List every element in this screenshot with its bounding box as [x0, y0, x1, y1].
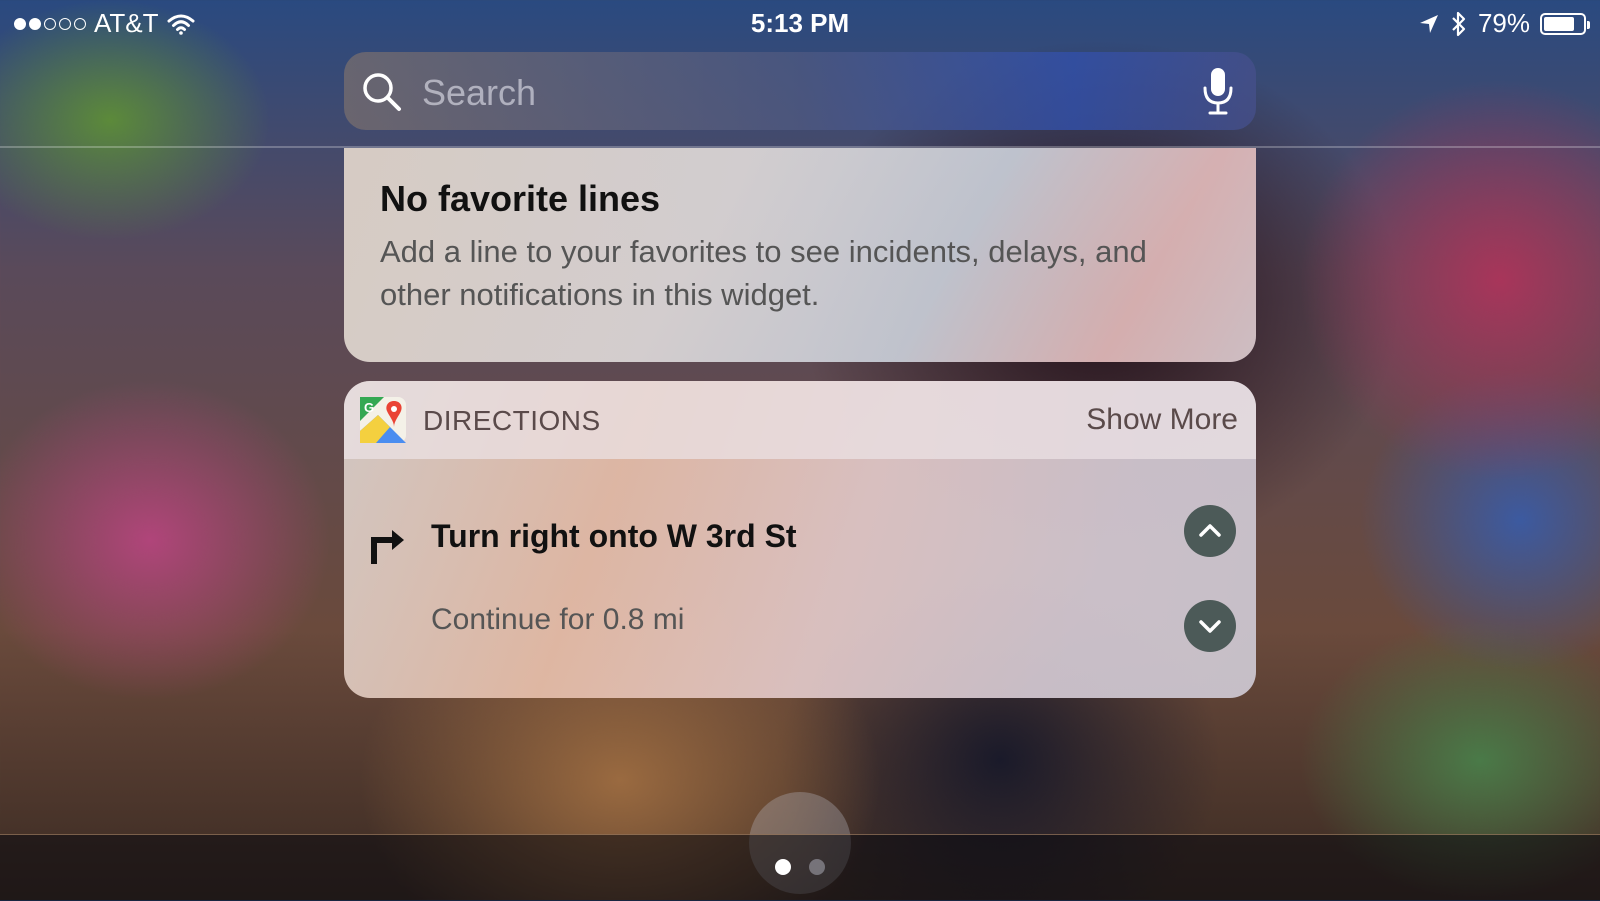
previous-step-button[interactable]	[1184, 505, 1236, 557]
battery-percent: 79%	[1477, 8, 1530, 38]
page-dot[interactable]	[775, 859, 791, 875]
search-field[interactable]: Search	[344, 52, 1256, 130]
chevron-down-icon	[1199, 620, 1221, 633]
widget-message: Add a line to your favorites to see inci…	[380, 234, 1147, 312]
battery-icon	[1540, 12, 1590, 35]
microphone-icon[interactable]	[1200, 66, 1236, 116]
search-icon	[363, 73, 401, 111]
status-right: 79%	[1418, 8, 1590, 39]
direction-step: Turn right onto W 3rd St	[431, 518, 797, 554]
directions-widget: G DIRECTIONS Show More Turn right onto W…	[344, 381, 1256, 698]
widget-header: G DIRECTIONS Show More	[344, 381, 1256, 459]
direction-detail: Continue for 0.8 mi	[431, 603, 685, 636]
bottom-bar	[0, 834, 1600, 901]
next-step-button[interactable]	[1184, 600, 1236, 652]
google-maps-icon: G	[360, 397, 406, 443]
page-dot[interactable]	[809, 859, 825, 875]
status-bar: AT&T 5:13 PM 79%	[0, 0, 1600, 44]
status-time: 5:13 PM	[750, 8, 850, 38]
favorite-lines-widget: No favorite lines Add a line to your fav…	[344, 148, 1256, 362]
page-indicator	[0, 859, 1600, 875]
show-more-button[interactable]: Show More	[1086, 403, 1238, 437]
turn-right-icon	[371, 530, 404, 564]
svg-text:G: G	[364, 400, 374, 415]
widget-header-title: DIRECTIONS	[423, 405, 601, 436]
search-placeholder: Search	[422, 72, 537, 113]
widget-title: No favorite lines	[380, 178, 661, 219]
location-arrow-icon	[1419, 14, 1438, 33]
bluetooth-icon	[1452, 11, 1466, 36]
chevron-up-icon	[1199, 524, 1221, 537]
